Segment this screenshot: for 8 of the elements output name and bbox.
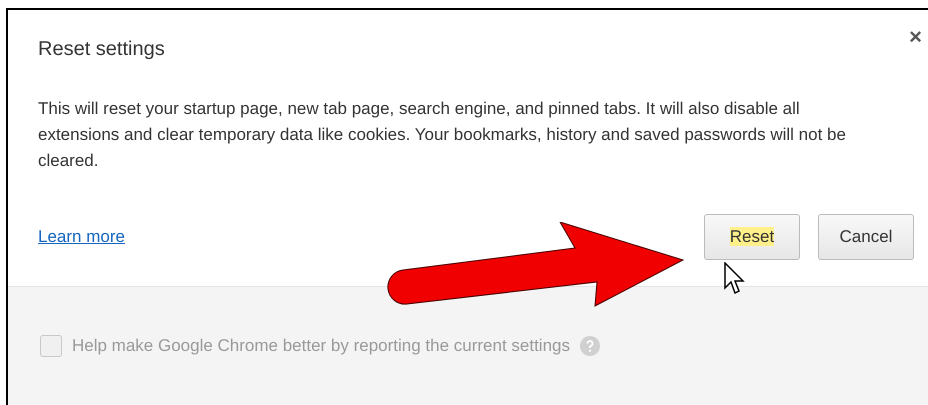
dialog-title: Reset settings [38, 37, 165, 62]
checkbox-label: Help make Google Chrome better by reporting the current settings [72, 335, 570, 357]
reset-button[interactable]: Reset [704, 214, 800, 260]
learn-more-link[interactable]: Learn more [38, 224, 125, 250]
help-icon[interactable] [580, 336, 600, 356]
close-button[interactable]: × [909, 26, 922, 48]
dialog-message: This will reset your startup page, new tab page, search engine, and pinned tabs. It will also disable all extensions and clear temporary data like cookies. Your bookmarks, history and saved passwords will not be cleared. [37, 98, 847, 172]
cancel-button[interactable]: Cancel [818, 214, 914, 260]
